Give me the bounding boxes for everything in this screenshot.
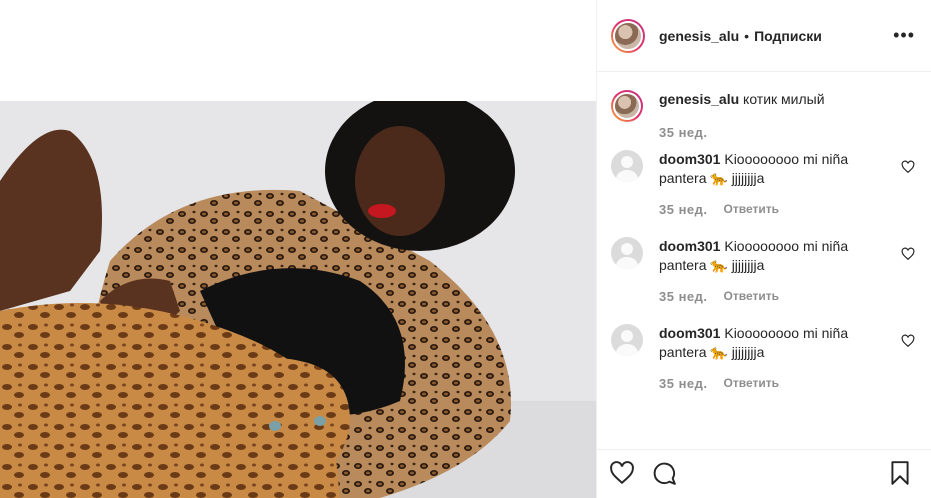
post-image <box>0 101 596 498</box>
bookmark-icon <box>891 461 909 485</box>
comment-time[interactable]: 35 нед. <box>659 287 708 306</box>
heart-icon[interactable] <box>901 247 915 261</box>
comment-author[interactable]: doom301 <box>659 325 720 341</box>
post-panel: genesis_alu • Подписки ••• genesis_alu к… <box>596 0 931 498</box>
heart-icon[interactable] <box>901 334 915 348</box>
separator-dot: • <box>744 27 750 44</box>
comment-author[interactable]: doom301 <box>659 238 720 254</box>
save-button[interactable] <box>887 460 915 488</box>
post-header: genesis_alu • Подписки ••• <box>597 0 931 72</box>
comment-item: doom301 Kioooooooo mi niña pantera 🐆 jjj… <box>611 324 915 393</box>
comments-list: genesis_alu котик милый 35 нед. doom301 … <box>597 72 931 393</box>
comment-icon <box>653 462 676 485</box>
heart-icon <box>610 461 634 485</box>
more-icon[interactable]: ••• <box>893 25 915 46</box>
comment-avatar[interactable] <box>611 324 643 356</box>
comment-item: doom301 Kioooooooo mi niña pantera 🐆 jjj… <box>611 237 915 306</box>
caption-time[interactable]: 35 нед. <box>659 123 708 142</box>
reply-button[interactable]: Ответить <box>724 200 779 219</box>
following-button[interactable]: Подписки <box>754 28 822 44</box>
post-actions <box>597 449 931 498</box>
caption-text: котик милый <box>743 91 825 107</box>
comment-button[interactable] <box>651 460 679 488</box>
reply-button[interactable]: Ответить <box>724 287 779 306</box>
caption-author[interactable]: genesis_alu <box>659 91 739 107</box>
post-photo[interactable] <box>0 101 596 498</box>
author-username[interactable]: genesis_alu <box>659 28 739 44</box>
heart-icon[interactable] <box>901 160 915 174</box>
media-area <box>0 0 596 498</box>
like-button[interactable] <box>609 460 637 488</box>
reply-button[interactable]: Ответить <box>724 374 779 393</box>
author-avatar[interactable] <box>611 18 645 53</box>
caption-avatar[interactable] <box>611 90 643 122</box>
comment-time[interactable]: 35 нед. <box>659 374 708 393</box>
comment-avatar[interactable] <box>611 150 643 182</box>
comment-item: doom301 Kioooooooo mi niña pantera 🐆 jjj… <box>611 150 915 219</box>
comment-author[interactable]: doom301 <box>659 151 720 167</box>
comment-time[interactable]: 35 нед. <box>659 200 708 219</box>
comment-avatar[interactable] <box>611 237 643 269</box>
caption: genesis_alu котик милый 35 нед. <box>611 90 915 142</box>
